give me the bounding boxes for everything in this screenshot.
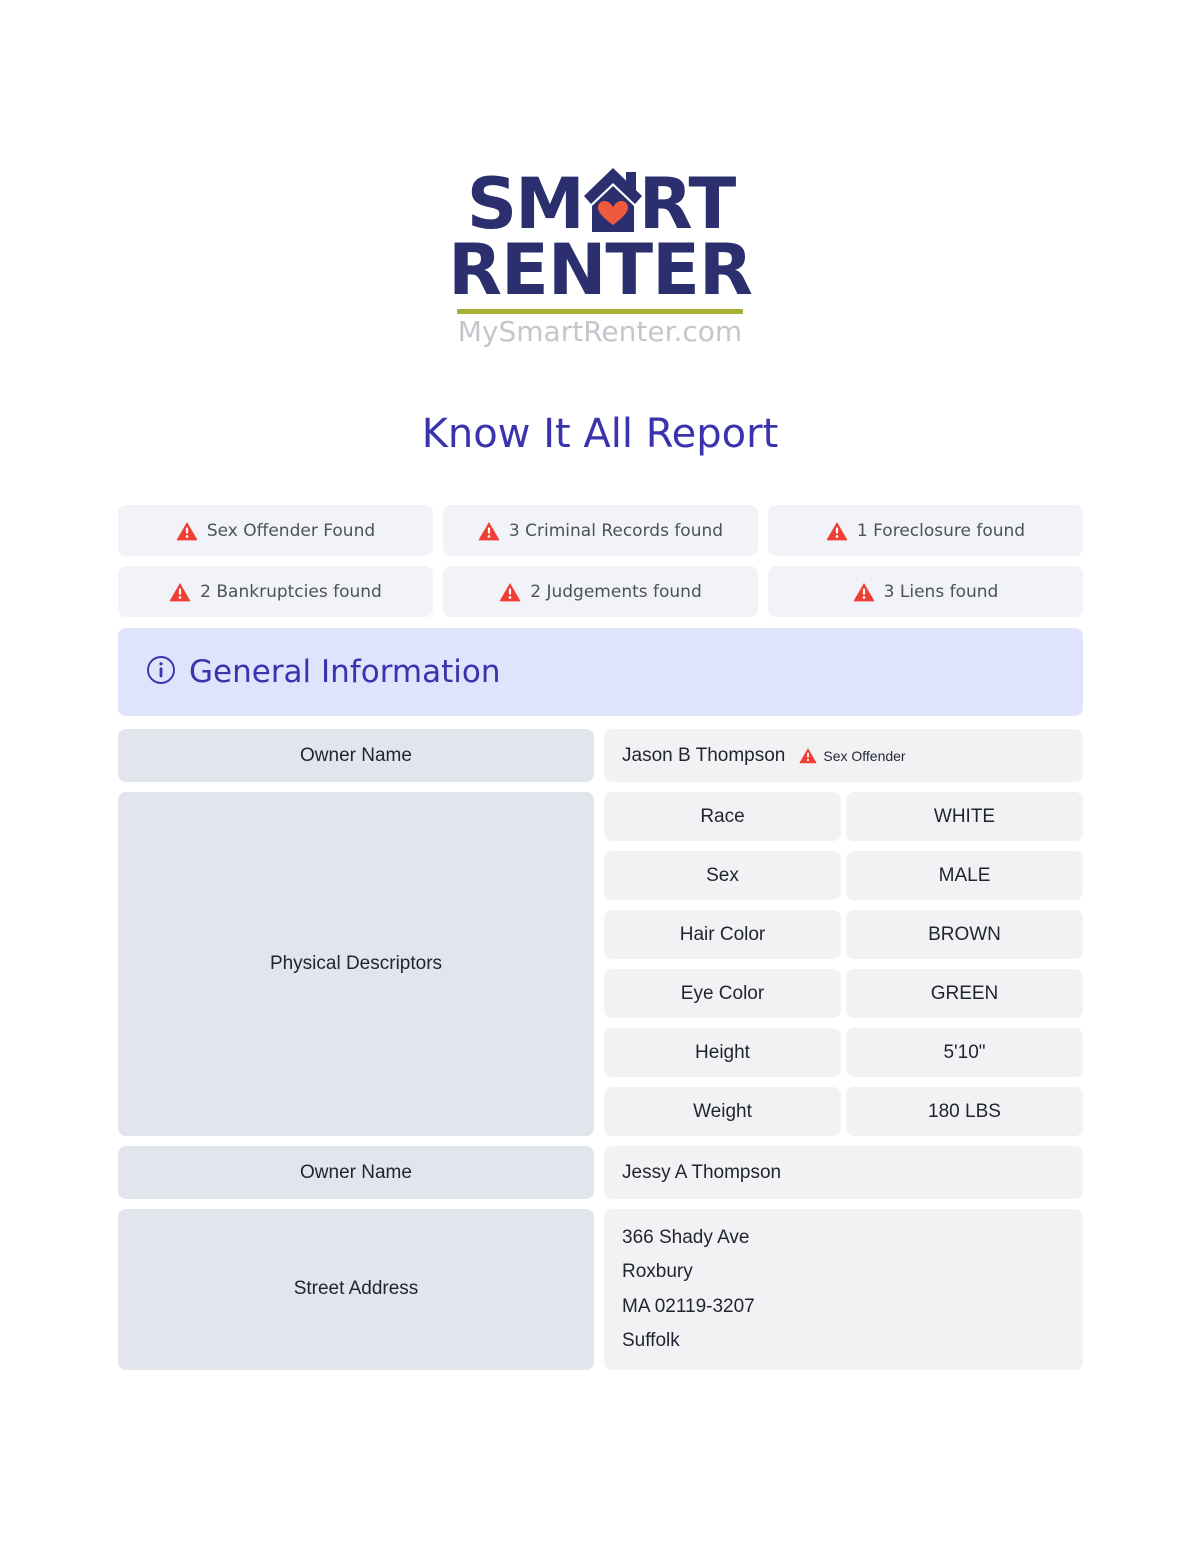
warning-triangle-icon xyxy=(169,582,191,602)
row-label-owner-name-1: Owner Name xyxy=(118,729,594,782)
general-information-table: Owner Name Jason B Thompson Sex Offender… xyxy=(118,729,1083,1380)
warning-triangle-icon xyxy=(826,521,848,541)
alert-badge-bankruptcies[interactable]: 2 Bankruptcies found xyxy=(118,566,433,617)
address-line-4: Suffolk xyxy=(622,1330,680,1352)
table-row-owner-name-2: Owner Name Jessy A Thompson xyxy=(118,1146,1083,1199)
alert-badge-foreclosure[interactable]: 1 Foreclosure found xyxy=(768,505,1083,556)
logo-smart-part1: SM xyxy=(466,163,585,245)
warning-triangle-icon xyxy=(499,582,521,602)
sub-label-weight: Weight xyxy=(604,1087,841,1136)
table-row-physical-descriptors: Physical Descriptors Race WHITE Sex MALE… xyxy=(118,792,1083,1136)
sub-label-race: Race xyxy=(604,792,841,841)
sub-value-race: WHITE xyxy=(846,792,1083,841)
alert-badge-criminal-records[interactable]: 3 Criminal Records found xyxy=(443,505,758,556)
alert-badge-label: Sex Offender Found xyxy=(206,520,376,541)
table-row-height: Height 5'10" xyxy=(604,1028,1083,1077)
logo-smart-part2: RT xyxy=(638,163,737,245)
row-value-owner-name-1: Jason B Thompson Sex Offender xyxy=(604,729,1083,782)
alert-badge-label: 2 Bankruptcies found xyxy=(200,581,382,602)
logo-wordmark-renter: RENTER xyxy=(448,229,753,312)
table-row-race: Race WHITE xyxy=(604,792,1083,841)
table-row-sex: Sex MALE xyxy=(604,851,1083,900)
sub-label-eye-color: Eye Color xyxy=(604,969,841,1018)
owner-name-1-text: Jason B Thompson xyxy=(622,744,786,766)
address-line-1: 366 Shady Ave xyxy=(622,1227,750,1248)
sub-value-eye-color: GREEN xyxy=(846,969,1083,1018)
warning-triangle-icon xyxy=(853,582,875,602)
warning-triangle-icon xyxy=(799,747,817,764)
alert-badge-group: Sex Offender Found 3 Criminal Records fo… xyxy=(118,505,1083,617)
info-circle-icon xyxy=(146,655,176,690)
row-label-physical-descriptors: Physical Descriptors xyxy=(118,792,594,1136)
table-row-eye-color: Eye Color GREEN xyxy=(604,969,1083,1018)
sub-value-weight: 180 LBS xyxy=(846,1087,1083,1136)
alert-badge-label: 3 Liens found xyxy=(883,581,999,602)
table-row-street-address: Street Address 366 Shady Ave Roxbury MA … xyxy=(118,1209,1083,1370)
house-heart-icon xyxy=(582,168,642,236)
sub-label-hair-color: Hair Color xyxy=(604,910,841,959)
sub-label-height: Height xyxy=(604,1028,841,1077)
row-label-owner-name-2: Owner Name xyxy=(118,1146,594,1199)
row-value-street-address: 366 Shady Ave Roxbury MA 02119-3207 Suff… xyxy=(604,1209,1083,1370)
logo-domain-text: MySmartRenter.com xyxy=(457,314,743,348)
table-row-hair-color: Hair Color BROWN xyxy=(604,910,1083,959)
alert-badge-label: 1 Foreclosure found xyxy=(856,520,1026,541)
warning-triangle-icon xyxy=(176,521,198,541)
alert-badge-label: 3 Criminal Records found xyxy=(508,520,724,541)
sub-value-height: 5'10" xyxy=(846,1028,1083,1077)
brand-logo: SM RT RENTER MySmartRenter.com xyxy=(0,168,1200,348)
status-badge-label: Sex Offender xyxy=(823,747,906,764)
address-line-3: MA 02119-3207 xyxy=(622,1295,755,1317)
logo-wordmark-smart: SM RT xyxy=(465,168,736,239)
sub-label-sex: Sex xyxy=(604,851,841,900)
table-row-owner-name-1: Owner Name Jason B Thompson Sex Offender xyxy=(118,729,1083,782)
address-line-2: Roxbury xyxy=(622,1261,693,1283)
table-row-weight: Weight 180 LBS xyxy=(604,1087,1083,1136)
warning-triangle-icon xyxy=(478,521,500,541)
alert-badge-liens[interactable]: 3 Liens found xyxy=(768,566,1083,617)
section-header-general-information: General Information xyxy=(118,628,1083,716)
sub-value-sex: MALE xyxy=(846,851,1083,900)
physical-descriptors-subtable: Race WHITE Sex MALE Hair Color BROWN Eye… xyxy=(604,792,1083,1136)
row-value-owner-name-2: Jessy A Thompson xyxy=(604,1146,1083,1199)
page-title: Know It All Report xyxy=(421,411,779,457)
sub-value-hair-color: BROWN xyxy=(846,910,1083,959)
status-badge-sex-offender: Sex Offender xyxy=(799,747,906,764)
section-title: General Information xyxy=(189,654,501,690)
alert-badge-judgements[interactable]: 2 Judgements found xyxy=(443,566,758,617)
know-it-all-report-page: SM RT RENTER MySmartRenter.com Know It A… xyxy=(0,0,1200,1553)
row-label-street-address: Street Address xyxy=(118,1209,594,1370)
alert-badge-sex-offender[interactable]: Sex Offender Found xyxy=(118,505,433,556)
alert-badge-label: 2 Judgements found xyxy=(530,581,702,602)
